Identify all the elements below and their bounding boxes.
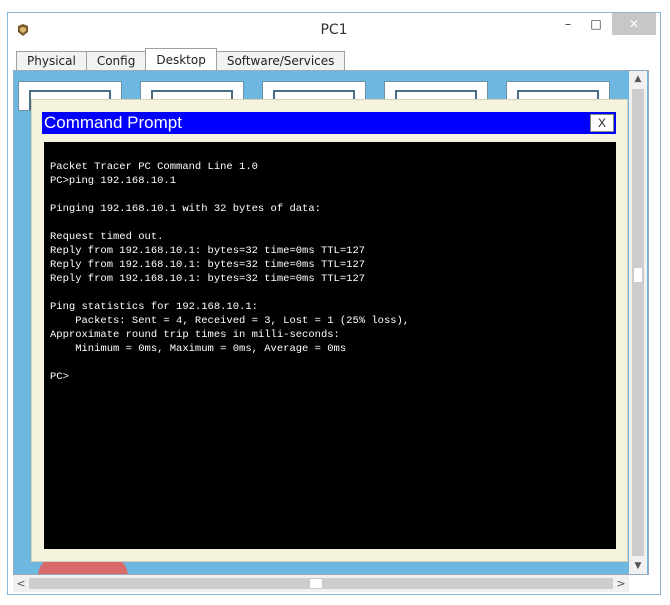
horizontal-scroll-thumb[interactable] <box>309 578 323 589</box>
pc1-window: PC1 – □ ✕ Physical Config Desktop Softwa… <box>7 12 661 595</box>
close-button[interactable]: ✕ <box>612 13 656 35</box>
console-line: Reply from 192.168.10.1: bytes=32 time=0… <box>50 245 366 257</box>
console-line: PC>ping 192.168.10.1 <box>50 175 177 187</box>
tab-software-services[interactable]: Software/Services <box>215 51 346 71</box>
console-output[interactable]: Packet Tracer PC Command Line 1.0 PC>pin… <box>44 142 616 549</box>
console-line: Ping statistics for 192.168.10.1: <box>50 301 258 313</box>
vertical-scroll-thumb[interactable] <box>633 267 643 283</box>
window-titlebar[interactable]: PC1 – □ ✕ <box>8 13 660 49</box>
vertical-scrollbar[interactable]: ▲ ▼ <box>629 71 647 574</box>
scroll-right-arrow-icon[interactable]: > <box>613 575 629 592</box>
tab-physical[interactable]: Physical <box>16 51 87 71</box>
console-line: Approximate round trip times in milli-se… <box>50 329 340 341</box>
minimize-button[interactable]: – <box>556 13 580 35</box>
command-prompt-title: Command Prompt <box>44 113 182 132</box>
console-line: Pinging 192.168.10.1 with 32 bytes of da… <box>50 203 321 215</box>
console-line: Request timed out. <box>50 231 164 243</box>
console-line: Reply from 192.168.10.1: bytes=32 time=0… <box>50 259 366 271</box>
console-line: Packets: Sent = 4, Received = 3, Lost = … <box>50 315 410 327</box>
scroll-up-arrow-icon[interactable]: ▲ <box>629 71 647 87</box>
console-line: Packet Tracer PC Command Line 1.0 <box>50 161 258 173</box>
scroll-left-arrow-icon[interactable]: < <box>13 575 29 592</box>
command-prompt-close-button[interactable]: X <box>590 114 614 132</box>
console-prompt-line[interactable]: PC> <box>50 370 610 384</box>
console-line: Reply from 192.168.10.1: bytes=32 time=0… <box>50 273 366 285</box>
maximize-button[interactable]: □ <box>584 13 608 35</box>
command-prompt-panel: Command Prompt X Packet Tracer PC Comman… <box>31 99 628 562</box>
vertical-scroll-track[interactable] <box>632 89 644 556</box>
command-prompt-titlebar: Command Prompt X <box>42 112 616 134</box>
console-line: Minimum = 0ms, Maximum = 0ms, Average = … <box>50 343 347 355</box>
horizontal-scrollbar[interactable]: < > <box>13 575 629 592</box>
tab-config[interactable]: Config <box>85 51 147 71</box>
scroll-down-arrow-icon[interactable]: ▼ <box>629 558 647 574</box>
tab-desktop[interactable]: Desktop <box>145 48 217 70</box>
tab-bar: Physical Config Desktop Software/Service… <box>16 48 346 71</box>
